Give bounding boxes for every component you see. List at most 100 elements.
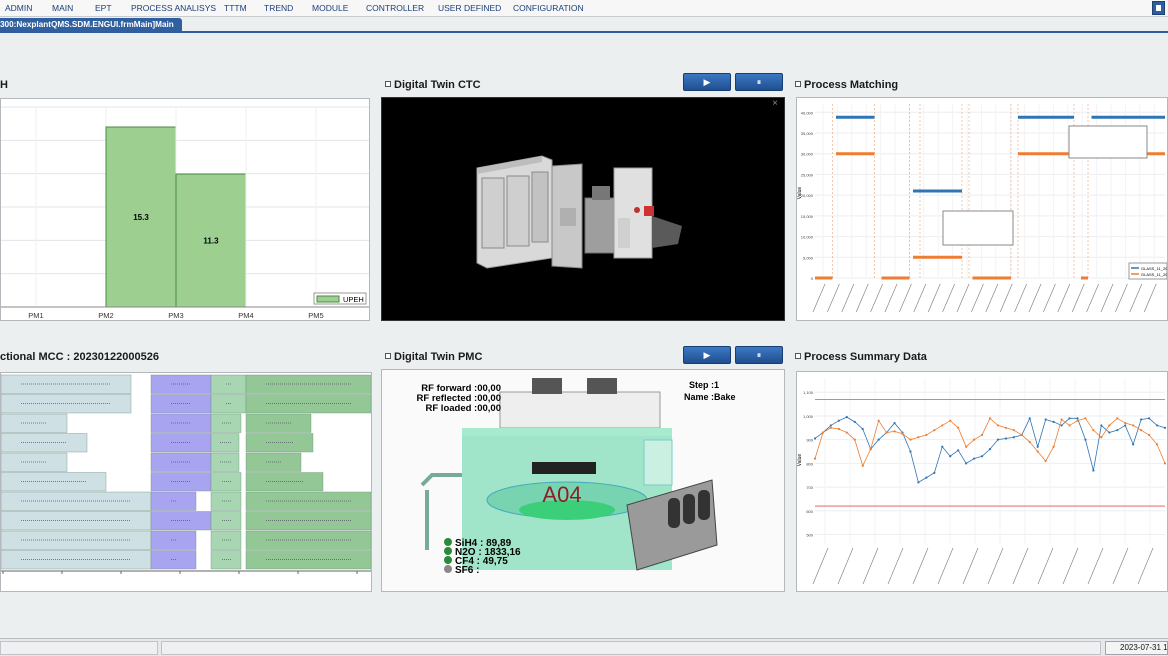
y-tick-label: 800 (806, 461, 813, 466)
data-point (949, 419, 952, 422)
ctc-viewport: × (381, 97, 785, 321)
menu-admin[interactable]: ADMIN (5, 3, 32, 13)
pmc-panel-title: Digital Twin PMC (385, 351, 482, 363)
data-point (901, 432, 904, 435)
x-tick-label (1071, 283, 1085, 313)
data-point (917, 481, 920, 484)
x-tick-label: PM4 (238, 311, 253, 320)
data-point (1028, 417, 1031, 420)
menu-bar: ADMIN MAIN EPT PROCESS ANALISYS TTTM TRE… (0, 0, 1168, 17)
checkbox-icon (795, 81, 801, 87)
bar-data-label: 15.3 (133, 213, 149, 222)
data-point (1020, 433, 1023, 437)
data-point (1108, 424, 1111, 427)
gantt-bar (245, 433, 314, 453)
x-tick-label (913, 283, 927, 313)
y-tick-label: 0 (811, 276, 814, 281)
data-point (1060, 424, 1063, 427)
x-tick-label (812, 547, 829, 585)
menu-module[interactable]: MODULE (312, 3, 348, 13)
data-point (829, 426, 833, 429)
gas-indicator-icon (444, 547, 452, 555)
menu-main[interactable]: MAIN (52, 3, 73, 13)
data-point (941, 445, 944, 448)
data-point (1163, 462, 1167, 465)
x-tick-label (999, 283, 1013, 313)
data-point (1147, 417, 1151, 420)
y-tick-label: 25,000 (801, 172, 814, 177)
tab-main[interactable]: 300:NexplantQMS.SDM.ENGUI.frmMain]Main (0, 18, 182, 33)
data-point (893, 421, 896, 425)
status-segment (0, 641, 158, 655)
data-point (1124, 421, 1127, 425)
x-tick-label (987, 547, 1004, 585)
close-icon[interactable]: × (772, 98, 778, 109)
data-point (1028, 440, 1031, 444)
x-tick-label: PM3 (168, 311, 183, 320)
legend-swatch (316, 295, 340, 303)
data-point (845, 431, 848, 434)
pmc-pause-button[interactable]: ⏸ (735, 346, 783, 364)
gantt-bar (245, 452, 302, 472)
data-point (925, 476, 928, 479)
pm-title-text: Process Matching (804, 79, 899, 91)
data-point (988, 448, 992, 451)
ctc-pause-button[interactable]: ⏸ (735, 73, 783, 91)
data-point (917, 436, 920, 439)
y-tick-label: 5,000 (803, 255, 814, 260)
data-point (837, 427, 840, 431)
data-point (980, 455, 984, 458)
legend-label: GLASS_11_2023 (1141, 266, 1167, 271)
psd-panel-title: Process Summary Data (795, 351, 927, 363)
rf-loaded-text: RF loaded :00,00 (426, 403, 502, 414)
data-point (853, 420, 856, 423)
legend-label: GLASS_11_2023 (1141, 272, 1167, 277)
bar-data-label: 11.3 (203, 237, 219, 246)
menu-controller[interactable]: CONTROLLER (366, 3, 424, 13)
x-tick-label (927, 283, 941, 313)
data-point (996, 438, 1000, 441)
menu-user-defined[interactable]: USER DEFINED (438, 3, 501, 13)
recipe-name-text: Name :Bake (684, 392, 736, 402)
data-point (1116, 429, 1119, 432)
data-point (1052, 445, 1055, 448)
pmc-viewport: A04 RF forward :00,00 RF reflected :00,0… (381, 369, 785, 592)
data-point (861, 464, 864, 467)
upeh-chart-panel: PM1 15.3 PM2 11.3 PM3 PM4 PM5 UPEH (0, 98, 370, 321)
x-tick-label (899, 283, 912, 313)
tooltip-box (942, 210, 1014, 246)
ctc-title-text: Digital Twin CTC (394, 79, 481, 91)
y-tick-label: 700 (806, 485, 813, 490)
y-tick-label: 35,000 (801, 131, 814, 136)
document-icon[interactable] (1152, 1, 1165, 15)
menu-process-analysis[interactable]: PROCESS ANALISYS (131, 3, 216, 13)
data-point (813, 457, 817, 460)
data-point (1076, 419, 1079, 422)
psd-title-text: Process Summary Data (804, 351, 927, 363)
ctc-equipment-model (476, 155, 682, 269)
ctc-play-button[interactable]: ▶ (683, 73, 731, 91)
gas-indicator-icon (444, 565, 452, 573)
status-segment (161, 641, 1101, 655)
y-tick-label: 900 (806, 438, 813, 443)
data-point (988, 417, 992, 420)
data-point (933, 429, 936, 432)
menu-configuration[interactable]: CONFIGURATION (513, 3, 584, 13)
data-point (1108, 431, 1111, 434)
pmc-play-button[interactable]: ▶ (683, 346, 731, 364)
menu-trend[interactable]: TREND (264, 3, 293, 13)
data-point (893, 430, 896, 433)
x-tick-label (1100, 283, 1114, 313)
data-point (1044, 418, 1047, 421)
menu-ept[interactable]: EPT (95, 3, 112, 13)
x-tick-label: PM2 (98, 311, 113, 320)
menu-tttm[interactable]: TTTM (224, 3, 247, 13)
data-point (980, 433, 984, 437)
y-tick-label: 15,000 (801, 214, 814, 219)
data-point (1163, 426, 1167, 429)
checkbox-icon (795, 353, 801, 359)
data-point (1132, 443, 1135, 446)
data-point (821, 431, 825, 434)
data-point (829, 424, 833, 427)
data-point (1004, 426, 1008, 429)
